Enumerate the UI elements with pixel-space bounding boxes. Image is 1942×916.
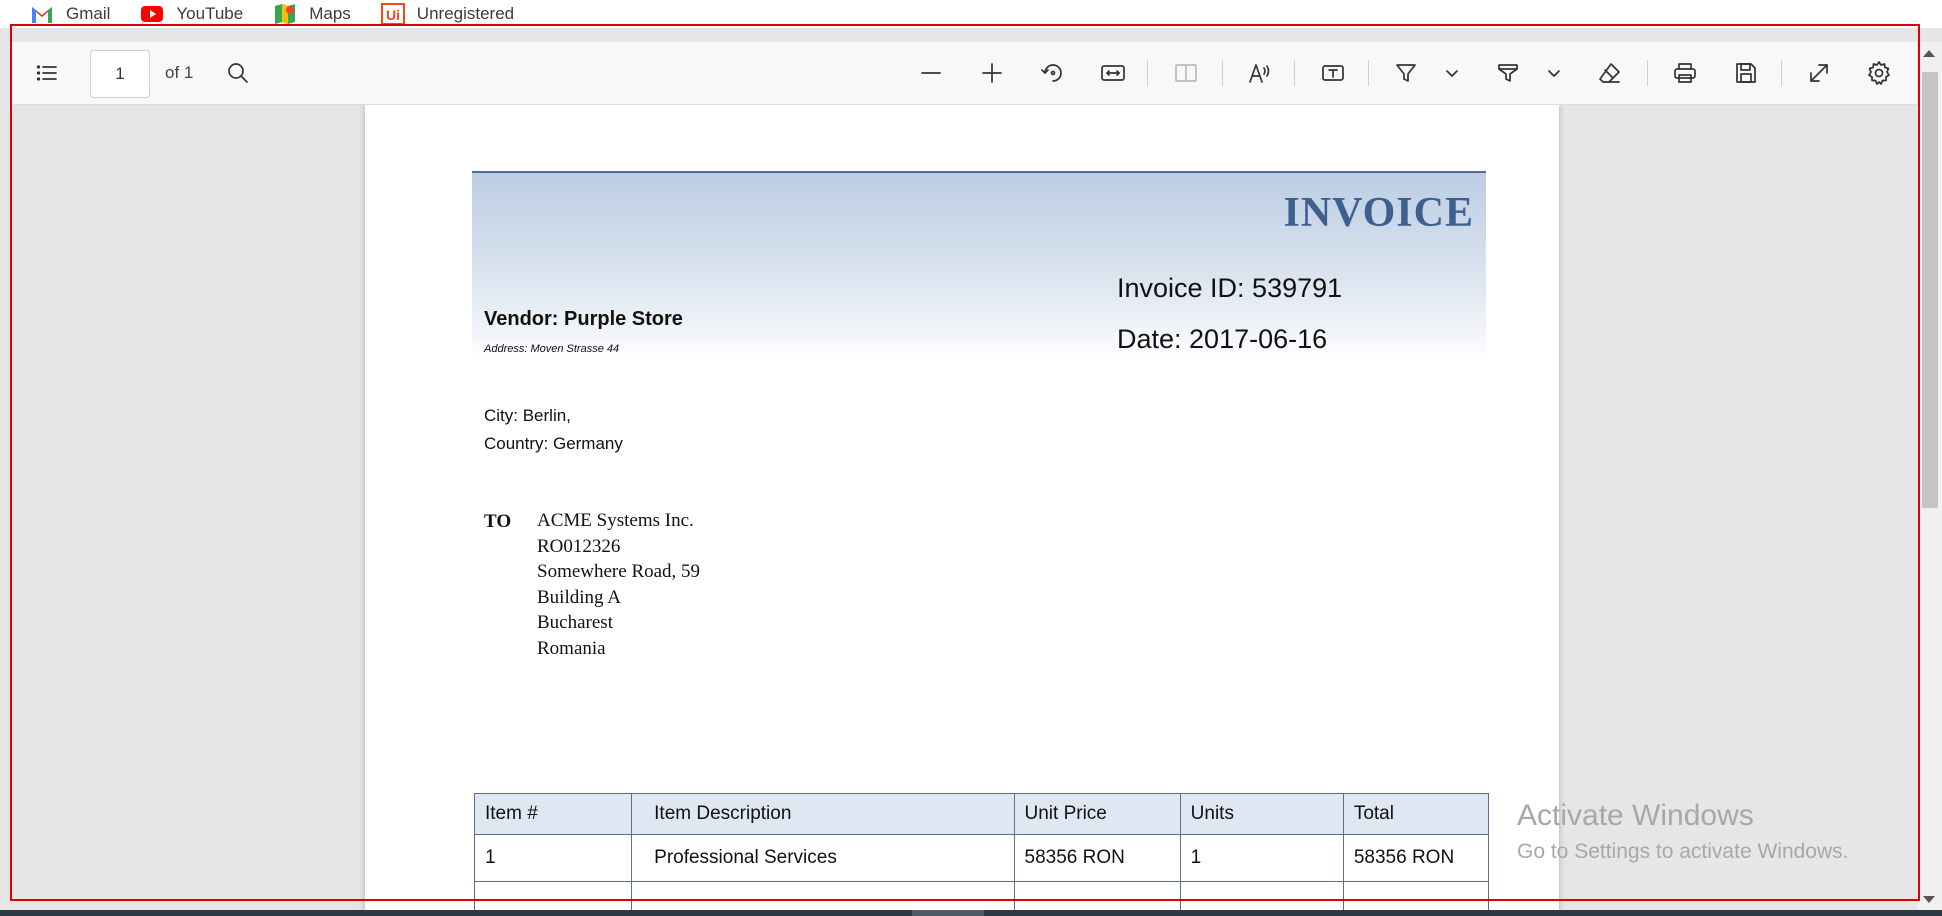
invoice-title: INVOICE [1283, 190, 1474, 236]
to-label: TO [484, 511, 512, 532]
table-cell [631, 881, 1015, 911]
print-icon[interactable] [1670, 58, 1700, 88]
document-viewer[interactable]: INVOICE Invoice ID: 539791 Date: 2017-06… [11, 105, 1917, 911]
vendor-name: Vendor: Purple Store [484, 308, 683, 330]
page-total-label: of 1 [165, 63, 194, 82]
vertical-scrollbar[interactable] [1917, 42, 1942, 911]
page-number-input[interactable]: 1 [90, 50, 150, 98]
bookmark-label: Gmail [66, 4, 111, 23]
toolbar-divider [1647, 60, 1648, 86]
vendor-country: Country: Germany [484, 434, 623, 453]
column-header: Units [1179, 793, 1344, 835]
bookmark-unregistered[interactable]: Ui Unregistered [371, 0, 524, 28]
vendor-city: City: Berlin, [484, 406, 571, 425]
zoom-in-icon[interactable] [977, 58, 1007, 88]
horizontal-scrollbar-thumb[interactable] [912, 910, 984, 916]
bookmark-youtube[interactable]: YouTube [130, 0, 253, 28]
invoice-date: Date: 2017-06-16 [1117, 324, 1328, 354]
chevron-down-icon[interactable] [1437, 58, 1467, 88]
youtube-icon [140, 3, 164, 25]
search-icon[interactable] [223, 58, 253, 88]
uipath-icon: Ui [380, 3, 405, 25]
table-header-row: Item # Item Description Unit Price Units… [473, 793, 1490, 835]
two-page-icon[interactable] [1171, 58, 1201, 88]
settings-icon[interactable] [1864, 58, 1894, 88]
zoom-out-icon[interactable] [916, 58, 946, 88]
maps-icon [273, 3, 297, 25]
column-header: Item Description [631, 793, 1015, 835]
table-cell: 1 [473, 834, 633, 882]
horizontal-scrollbar[interactable] [0, 910, 1942, 916]
column-header: Item # [473, 793, 633, 835]
rotate-icon[interactable] [1038, 58, 1068, 88]
table-cell: 1 [1179, 834, 1344, 882]
table-cell [473, 881, 633, 911]
activate-windows-subtitle: Go to Settings to activate Windows. [1517, 840, 1849, 863]
vendor-address: Address: Moven Strasse 44 [484, 343, 620, 355]
recipient-line: Romania [537, 637, 606, 659]
bookmark-label: YouTube [176, 4, 244, 23]
toolbar-divider [1368, 60, 1369, 86]
invoice-header-band: INVOICE Invoice ID: 539791 Date: 2017-06… [472, 171, 1486, 363]
toolbar-divider [1147, 60, 1148, 86]
activate-windows-title: Activate Windows [1517, 799, 1754, 832]
read-aloud-icon[interactable] [1245, 58, 1275, 88]
bookmark-label: Maps [309, 4, 351, 23]
table-cell [1342, 881, 1490, 911]
pdf-page: INVOICE Invoice ID: 539791 Date: 2017-06… [365, 105, 1559, 911]
highlight-icon[interactable] [1391, 58, 1421, 88]
pdf-toolbar: 1 of 1 [11, 42, 1917, 105]
text-box-icon[interactable] [1318, 58, 1348, 88]
toolbar-divider [1781, 60, 1782, 86]
table-cell: 58356 RON [1342, 834, 1490, 882]
table-cell: Professional Services [631, 834, 1015, 882]
toolbar-divider [1294, 60, 1295, 86]
gmail-icon [30, 3, 54, 25]
fullscreen-icon[interactable] [1804, 58, 1834, 88]
recipient-address: ACME Systems Inc. RO012326 Somewhere Roa… [537, 508, 700, 661]
save-icon[interactable] [1731, 58, 1761, 88]
scrollbar-thumb[interactable] [1922, 72, 1938, 508]
table-cell: 58356 RON [1013, 834, 1181, 882]
recipient-line: Bucharest [537, 612, 613, 633]
list-icon[interactable] [32, 58, 62, 88]
column-header: Unit Price [1013, 793, 1181, 835]
invoice-id: Invoice ID: 539791 [1117, 273, 1343, 303]
chevron-down-icon[interactable] [1539, 58, 1569, 88]
draw-icon[interactable] [1493, 58, 1523, 88]
bookmark-label: Unregistered [416, 4, 515, 23]
bookmark-gmail[interactable]: Gmail [20, 0, 120, 28]
column-header: Total [1342, 793, 1490, 835]
table-cell [1013, 881, 1181, 911]
svg-text:Ui: Ui [386, 7, 400, 23]
table-row: 1 Professional Services 58356 RON 1 5835… [473, 834, 1490, 882]
bookmarks-bar: Gmail YouTube Maps Ui Unregistered [0, 0, 1942, 28]
eraser-icon[interactable] [1595, 58, 1625, 88]
recipient-line: RO012326 [537, 535, 621, 557]
items-table: Item # Item Description Unit Price Units… [473, 793, 1490, 911]
recipient-line: ACME Systems Inc. [537, 510, 694, 531]
fit-width-icon[interactable] [1098, 58, 1128, 88]
bookmark-maps[interactable]: Maps [263, 0, 361, 28]
toolbar-divider [1222, 60, 1223, 86]
scroll-up-icon[interactable] [1923, 50, 1935, 57]
scroll-down-icon[interactable] [1923, 896, 1935, 903]
recipient-line: Somewhere Road, 59 [537, 561, 701, 582]
recipient-line: Building A [537, 586, 621, 608]
table-row [473, 881, 1490, 911]
table-cell [1179, 881, 1344, 911]
